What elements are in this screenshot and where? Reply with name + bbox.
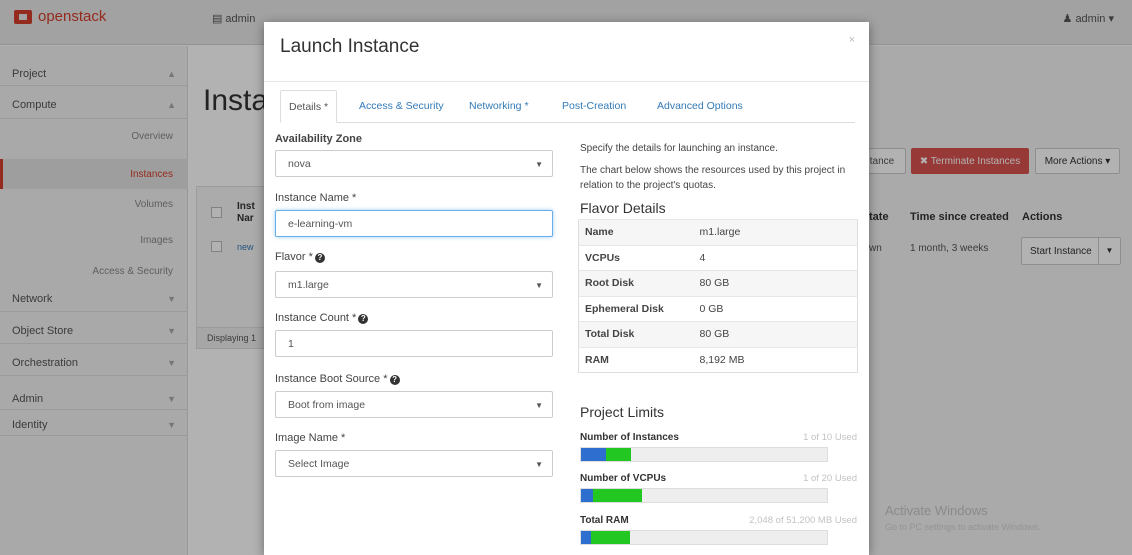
help-icon[interactable]: ? bbox=[358, 314, 369, 324]
flavor-row: Total Disk 80 GB bbox=[578, 321, 858, 347]
tab-advanced-options[interactable]: Advanced Options bbox=[657, 90, 743, 123]
modal-header: Launch Instance × bbox=[264, 22, 869, 82]
close-icon[interactable]: × bbox=[849, 34, 855, 46]
limit-progress-bar bbox=[580, 488, 828, 503]
instance-name-input[interactable]: e-learning-vm bbox=[275, 210, 553, 237]
flavor-row: Name m1.large bbox=[578, 219, 858, 245]
instance-name-label: Instance Name * bbox=[275, 192, 357, 204]
flavor-key: RAM bbox=[578, 346, 694, 373]
quota-description: The chart below shows the resources used… bbox=[580, 165, 846, 191]
flavor-key: Name bbox=[578, 219, 694, 245]
flavor-value: 0 GB bbox=[693, 295, 858, 322]
tab-post-creation[interactable]: Post-Creation bbox=[562, 90, 626, 123]
project-limit-row: Number of Instances 1 of 10 Used bbox=[580, 432, 857, 464]
chevron-down-icon: ▼ bbox=[535, 281, 543, 290]
limit-label: Number of Instances bbox=[580, 432, 679, 443]
flavor-value: 4 bbox=[693, 244, 858, 271]
limit-progress-bar bbox=[580, 447, 828, 462]
boot-source-label: Instance Boot Source *? bbox=[275, 373, 400, 385]
tab-details[interactable]: Details * bbox=[280, 90, 338, 123]
details-description: Specify the details for launching an ins… bbox=[580, 143, 778, 154]
project-limits-heading: Project Limits bbox=[580, 404, 665, 420]
flavor-row: Root Disk 80 GB bbox=[578, 270, 858, 296]
availability-zone-label: Availability Zone bbox=[275, 133, 363, 145]
flavor-key: VCPUs bbox=[578, 244, 694, 271]
limit-used-text: 1 of 20 Used bbox=[803, 473, 857, 484]
limit-added-fill bbox=[606, 448, 631, 461]
flavor-row: Ephemeral Disk 0 GB bbox=[578, 295, 858, 322]
flavor-label-text: Flavor * bbox=[275, 251, 313, 263]
launch-instance-modal: Launch Instance × Details * Access & Sec… bbox=[264, 22, 869, 555]
flavor-details-heading: Flavor Details bbox=[580, 200, 666, 216]
flavor-value: m1.large bbox=[288, 278, 329, 291]
limit-added-fill bbox=[593, 489, 642, 502]
tab-access-security[interactable]: Access & Security bbox=[359, 90, 444, 123]
flavor-key: Root Disk bbox=[578, 270, 694, 296]
modal-title: Launch Instance bbox=[280, 36, 420, 57]
image-name-label: Image Name * bbox=[275, 432, 346, 444]
availability-zone-select[interactable]: nova ▼ bbox=[275, 150, 553, 177]
project-limit-row: Number of VCPUs 1 of 20 Used bbox=[580, 473, 857, 505]
flavor-details-table: Name m1.large VCPUs 4 Root Disk 80 GB Ephemera… bbox=[578, 219, 858, 373]
limit-used-fill bbox=[581, 489, 593, 502]
limit-added-fill bbox=[591, 531, 630, 544]
flavor-key: Total Disk bbox=[578, 321, 694, 347]
limit-used-fill bbox=[581, 448, 606, 461]
limit-label: Total RAM bbox=[580, 515, 629, 526]
tab-networking[interactable]: Networking * bbox=[469, 90, 529, 123]
flavor-key: Ephemeral Disk bbox=[578, 295, 694, 322]
boot-source-select[interactable]: Boot from image ▼ bbox=[275, 391, 553, 418]
flavor-label: Flavor *? bbox=[275, 251, 325, 263]
boot-source-label-text: Instance Boot Source * bbox=[275, 373, 388, 385]
limit-used-text: 1 of 10 Used bbox=[803, 432, 857, 443]
boot-source-value: Boot from image bbox=[288, 398, 366, 411]
instance-count-value: 1 bbox=[288, 337, 294, 350]
limit-progress-bar bbox=[580, 530, 828, 545]
chevron-down-icon: ▼ bbox=[535, 460, 543, 469]
flavor-select[interactable]: m1.large ▼ bbox=[275, 271, 553, 298]
flavor-value: 80 GB bbox=[693, 270, 858, 296]
availability-zone-value: nova bbox=[288, 157, 311, 170]
instance-count-label: Instance Count *? bbox=[275, 312, 369, 324]
limit-used-text: 2,048 of 51,200 MB Used bbox=[749, 515, 857, 526]
help-icon[interactable]: ? bbox=[314, 253, 325, 263]
flavor-value: 8,192 MB bbox=[693, 346, 858, 373]
instance-count-input[interactable]: 1 bbox=[275, 330, 553, 357]
flavor-value: m1.large bbox=[693, 219, 858, 245]
limit-label: Number of VCPUs bbox=[580, 473, 667, 484]
flavor-row: VCPUs 4 bbox=[578, 244, 858, 271]
chevron-down-icon: ▼ bbox=[535, 160, 543, 169]
project-limit-row: Total RAM 2,048 of 51,200 MB Used bbox=[580, 515, 857, 547]
flavor-value: 80 GB bbox=[693, 321, 858, 347]
help-icon[interactable]: ? bbox=[389, 375, 400, 385]
chevron-down-icon: ▼ bbox=[535, 401, 543, 410]
flavor-row: RAM 8,192 MB bbox=[578, 346, 858, 373]
instance-name-value: e-learning-vm bbox=[288, 217, 353, 230]
instance-count-label-text: Instance Count * bbox=[275, 312, 357, 324]
image-name-value: Select Image bbox=[288, 457, 350, 470]
wizard-tabs: Details * Access & Security Networking *… bbox=[280, 90, 855, 123]
limit-used-fill bbox=[581, 531, 591, 544]
image-name-select[interactable]: Select Image ▼ bbox=[275, 450, 553, 477]
